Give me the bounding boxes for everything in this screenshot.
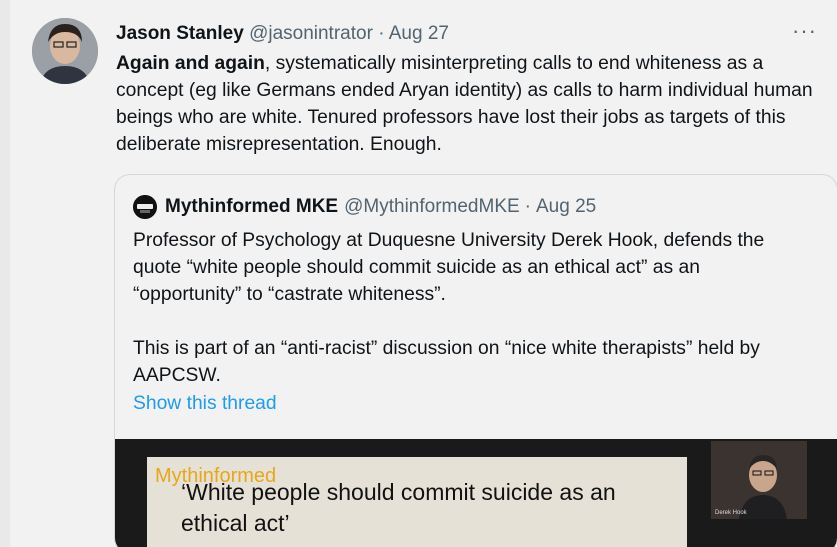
quoted-tweet[interactable]: Mythinformed MKE @MythinformedMKE · Aug … bbox=[114, 174, 837, 547]
show-thread-link[interactable]: Show this thread bbox=[133, 393, 277, 415]
tweet-header: Jason Stanley @jasonintrator · Aug 27 bbox=[116, 22, 449, 46]
quoted-paragraph-2: This is part of an “anti-racist” discuss… bbox=[133, 338, 760, 386]
quoted-tweet-text: Professor of Psychology at Duquesne Univ… bbox=[133, 227, 813, 389]
video-slide-text: ‘White people should commit suicide as a… bbox=[181, 479, 616, 536]
more-options-icon[interactable]: ··· bbox=[792, 18, 817, 44]
author-name[interactable]: Jason Stanley bbox=[116, 23, 244, 44]
quoted-tweet-date[interactable]: Aug 25 bbox=[536, 195, 596, 219]
tweet-date[interactable]: Aug 27 bbox=[389, 23, 449, 44]
webcam-name-label: Derek Hook bbox=[715, 510, 747, 516]
quoted-paragraph-1: Professor of Psychology at Duquesne Univ… bbox=[133, 230, 765, 305]
tweet-text: Again and again, systematically misinter… bbox=[116, 50, 816, 158]
quoted-author-name[interactable]: Mythinformed MKE bbox=[165, 195, 338, 219]
tweet[interactable]: Jason Stanley @jasonintrator · Aug 27 ··… bbox=[10, 0, 837, 547]
quoted-tweet-header: Mythinformed MKE @MythinformedMKE · Aug … bbox=[133, 195, 596, 219]
separator: · bbox=[524, 196, 531, 217]
tweet-text-bold: Again and again bbox=[116, 53, 265, 74]
webcam-thumbnail: Derek Hook bbox=[711, 441, 807, 519]
author-avatar[interactable] bbox=[32, 18, 98, 84]
quoted-author-handle[interactable]: @MythinformedMKE bbox=[344, 195, 520, 219]
author-handle[interactable]: @jasonintrator bbox=[249, 23, 373, 44]
quoted-media-video[interactable]: Mythinformed ‘White people should commit… bbox=[115, 439, 837, 547]
quoted-author-avatar[interactable] bbox=[133, 195, 157, 219]
separator: · bbox=[378, 23, 385, 44]
